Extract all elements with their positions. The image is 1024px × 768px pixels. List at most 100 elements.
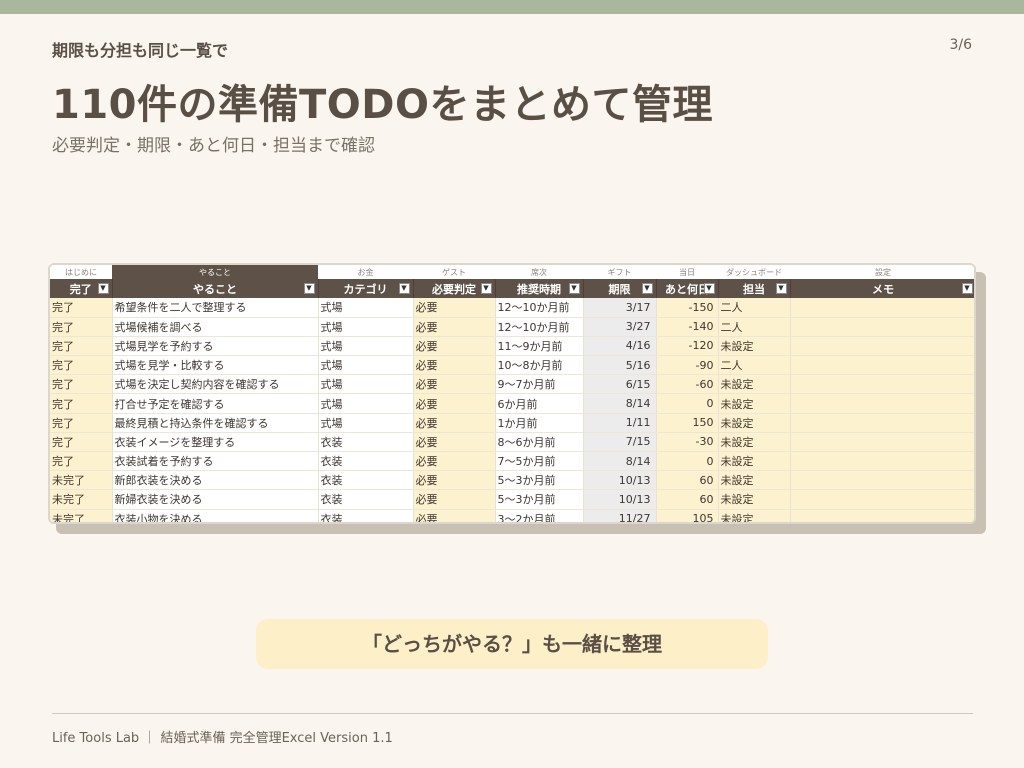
table-cell[interactable] bbox=[790, 317, 974, 337]
sheet-tab[interactable]: 席次 bbox=[495, 265, 583, 279]
table-cell[interactable] bbox=[790, 355, 974, 376]
table-cell[interactable]: 必要 bbox=[413, 413, 496, 433]
sheet-tab[interactable]: 設定 bbox=[790, 265, 974, 279]
table-cell[interactable]: 10〜8か月前 bbox=[495, 355, 584, 376]
sheet-tab[interactable]: 当日 bbox=[656, 265, 718, 279]
table-cell[interactable]: 必要 bbox=[413, 432, 496, 453]
table-cell[interactable]: 必要 bbox=[413, 489, 496, 510]
table-cell[interactable] bbox=[790, 393, 974, 414]
table-cell[interactable]: 未設定 bbox=[718, 470, 791, 491]
table-cell[interactable]: -150 bbox=[656, 298, 719, 318]
table-cell[interactable]: 5/16 bbox=[583, 355, 657, 376]
table-cell[interactable]: 衣装試着を予約する bbox=[112, 451, 319, 472]
table-cell[interactable]: 未設定 bbox=[718, 489, 791, 510]
table-cell[interactable]: 完了 bbox=[50, 451, 113, 472]
table-cell[interactable]: 必要 bbox=[413, 317, 496, 337]
table-cell[interactable]: 式場を見学・比較する bbox=[112, 355, 319, 376]
table-cell[interactable]: 8/14 bbox=[583, 393, 657, 414]
table-cell[interactable]: 3/17 bbox=[583, 298, 657, 318]
table-cell[interactable]: 打合せ予定を確認する bbox=[112, 393, 319, 414]
filter-dropdown-icon[interactable]: ▼ bbox=[480, 283, 492, 294]
table-cell[interactable]: 式場見学を予約する bbox=[112, 336, 319, 357]
table-cell[interactable]: 完了 bbox=[50, 413, 113, 433]
table-cell[interactable]: 4/16 bbox=[583, 336, 657, 357]
table-cell[interactable]: 衣装イメージを整理する bbox=[112, 432, 319, 453]
table-cell[interactable]: 完了 bbox=[50, 355, 113, 376]
table-cell[interactable] bbox=[790, 413, 974, 433]
table-cell[interactable]: 60 bbox=[656, 489, 719, 510]
table-cell[interactable]: 6/15 bbox=[583, 374, 657, 395]
filter-dropdown-icon[interactable]: ▼ bbox=[703, 283, 715, 294]
table-cell[interactable]: 未設定 bbox=[718, 413, 791, 433]
table-cell[interactable]: 60 bbox=[656, 470, 719, 491]
table-cell[interactable]: 10/13 bbox=[583, 489, 657, 510]
table-cell[interactable]: 式場 bbox=[318, 355, 414, 376]
table-cell[interactable]: 5〜3か月前 bbox=[495, 489, 584, 510]
table-cell[interactable]: 必要 bbox=[413, 470, 496, 491]
table-cell[interactable]: 必要 bbox=[413, 451, 496, 472]
table-cell[interactable] bbox=[790, 374, 974, 395]
table-cell[interactable]: 12〜10か月前 bbox=[495, 317, 584, 337]
table-cell[interactable]: -90 bbox=[656, 355, 719, 376]
table-cell[interactable]: 必要 bbox=[413, 393, 496, 414]
table-cell[interactable]: 未設定 bbox=[718, 509, 791, 522]
table-cell[interactable]: 必要 bbox=[413, 355, 496, 376]
table-cell[interactable] bbox=[790, 336, 974, 357]
table-cell[interactable]: 未完了 bbox=[50, 470, 113, 491]
table-cell[interactable]: 式場 bbox=[318, 413, 414, 433]
table-cell[interactable]: 11/27 bbox=[583, 509, 657, 522]
table-cell[interactable]: 希望条件を二人で整理する bbox=[112, 298, 319, 318]
table-cell[interactable]: 式場 bbox=[318, 317, 414, 337]
table-cell[interactable]: 1/11 bbox=[583, 413, 657, 433]
filter-dropdown-icon[interactable]: ▼ bbox=[398, 283, 410, 294]
sheet-tab[interactable]: ゲスト bbox=[413, 265, 495, 279]
table-cell[interactable]: 3〜2か月前 bbox=[495, 509, 584, 522]
table-cell[interactable]: 0 bbox=[656, 451, 719, 472]
table-cell[interactable] bbox=[790, 432, 974, 453]
table-cell[interactable]: 7〜5か月前 bbox=[495, 451, 584, 472]
sheet-tab[interactable]: お金 bbox=[318, 265, 413, 279]
table-cell[interactable]: 3/27 bbox=[583, 317, 657, 337]
table-cell[interactable]: 式場を決定し契約内容を確認する bbox=[112, 374, 319, 395]
table-cell[interactable]: 衣装 bbox=[318, 470, 414, 491]
table-cell[interactable]: -60 bbox=[656, 374, 719, 395]
table-cell[interactable]: 未設定 bbox=[718, 451, 791, 472]
table-cell[interactable]: 7/15 bbox=[583, 432, 657, 453]
table-cell[interactable]: 未完了 bbox=[50, 509, 113, 522]
table-cell[interactable]: -140 bbox=[656, 317, 719, 337]
table-cell[interactable]: 完了 bbox=[50, 336, 113, 357]
table-cell[interactable]: 未設定 bbox=[718, 432, 791, 453]
table-cell[interactable]: 衣装 bbox=[318, 489, 414, 510]
table-cell[interactable]: 未設定 bbox=[718, 393, 791, 414]
filter-dropdown-icon[interactable]: ▼ bbox=[568, 283, 580, 294]
table-cell[interactable]: 式場候補を調べる bbox=[112, 317, 319, 337]
sheet-tab[interactable]: ダッシュボード bbox=[718, 265, 790, 279]
table-cell[interactable] bbox=[790, 298, 974, 318]
table-cell[interactable]: -30 bbox=[656, 432, 719, 453]
table-cell[interactable] bbox=[790, 470, 974, 491]
table-cell[interactable]: 最終見積と持込条件を確認する bbox=[112, 413, 319, 433]
table-cell[interactable]: 衣装 bbox=[318, 432, 414, 453]
table-cell[interactable]: 衣装 bbox=[318, 451, 414, 472]
table-cell[interactable]: 二人 bbox=[718, 298, 791, 318]
sheet-tab[interactable]: ギフト bbox=[583, 265, 656, 279]
table-cell[interactable]: 新郎衣装を決める bbox=[112, 470, 319, 491]
table-cell[interactable]: 式場 bbox=[318, 374, 414, 395]
filter-dropdown-icon[interactable]: ▼ bbox=[961, 283, 973, 294]
table-cell[interactable]: 11〜9か月前 bbox=[495, 336, 584, 357]
table-cell[interactable]: 式場 bbox=[318, 336, 414, 357]
table-cell[interactable]: 二人 bbox=[718, 355, 791, 376]
filter-dropdown-icon[interactable]: ▼ bbox=[97, 283, 109, 294]
table-cell[interactable]: 完了 bbox=[50, 393, 113, 414]
table-cell[interactable]: 完了 bbox=[50, 374, 113, 395]
table-cell[interactable]: 未設定 bbox=[718, 374, 791, 395]
table-cell[interactable] bbox=[790, 489, 974, 510]
table-cell[interactable]: 未完了 bbox=[50, 489, 113, 510]
table-cell[interactable]: 105 bbox=[656, 509, 719, 522]
table-cell[interactable] bbox=[790, 451, 974, 472]
table-cell[interactable]: 完了 bbox=[50, 298, 113, 318]
table-cell[interactable]: 6か月前 bbox=[495, 393, 584, 414]
table-cell[interactable]: 8/14 bbox=[583, 451, 657, 472]
table-cell[interactable]: 必要 bbox=[413, 298, 496, 318]
table-cell[interactable]: 式場 bbox=[318, 393, 414, 414]
